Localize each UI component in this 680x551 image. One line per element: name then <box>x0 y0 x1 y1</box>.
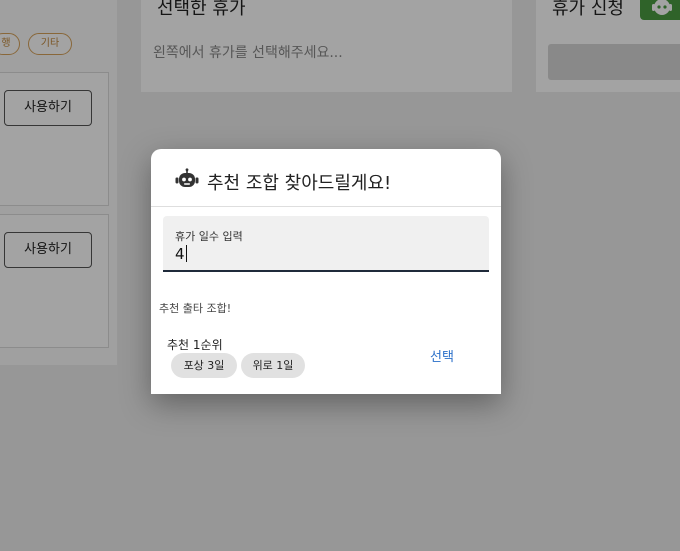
text-caret <box>185 245 187 262</box>
vacation-days-label: 휴가 일수 입력 <box>175 230 243 243</box>
vacation-days-field[interactable]: 휴가 일수 입력 4 <box>163 216 489 272</box>
app-screen: 행 기타 사용하기 사용하기 선택한 휴가 왼쪽에서 휴가를 선택해주세요...… <box>0 0 680 551</box>
recommendation-section-title: 추천 출타 조합! <box>159 302 232 315</box>
recommendation-dialog: 추천 조합 찾아드릴게요! 휴가 일수 입력 4 추천 출타 조합! 추천 1순… <box>151 149 501 394</box>
vacation-chip: 포상 3일 <box>171 353 237 378</box>
select-recommendation-button[interactable]: 선택 <box>430 346 454 365</box>
recommendation-rank-label: 추천 1순위 <box>167 338 223 352</box>
vacation-chip: 위로 1일 <box>241 353 305 378</box>
vacation-days-input[interactable]: 4 <box>175 245 187 263</box>
robot-icon <box>175 168 199 187</box>
dialog-title: 추천 조합 찾아드릴게요! <box>207 173 392 194</box>
dialog-header: 추천 조합 찾아드릴게요! <box>151 149 501 207</box>
vacation-days-value: 4 <box>175 245 185 263</box>
